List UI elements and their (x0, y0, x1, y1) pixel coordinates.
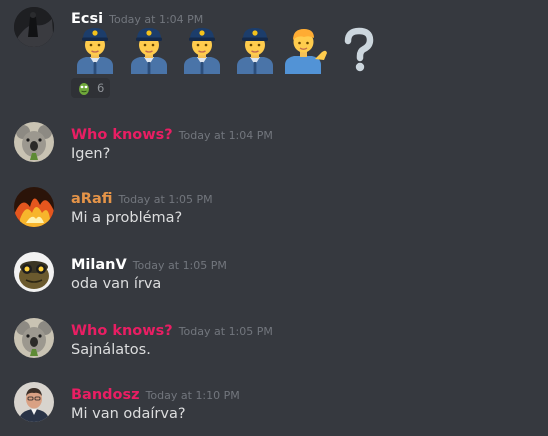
message-text: Igen? (71, 146, 111, 162)
message-text: oda van írva (71, 276, 162, 292)
avatar[interactable] (14, 122, 54, 162)
message-header: Who knows? Today at 1:05 PM (71, 320, 273, 339)
avatar[interactable] (14, 187, 54, 227)
pickle-rick-emoji-icon (79, 83, 89, 95)
message-group: Who knows? Today at 1:04 PM Igen? (0, 118, 548, 174)
message-group: MilanV Today at 1:05 PM oda van írva (0, 250, 548, 306)
message-text: Mi a probléma? (71, 210, 183, 226)
message-header: Bandosz Today at 1:10 PM (71, 384, 240, 403)
avatar[interactable] (14, 7, 54, 47)
timestamp: Today at 1:04 PM (109, 13, 204, 26)
timestamp: Today at 1:04 PM (178, 129, 273, 142)
reaction-count: 6 (97, 81, 105, 95)
message-group: Bandosz Today at 1:10 PM Mi van odaírva? (0, 380, 548, 436)
timestamp: Today at 1:05 PM (132, 259, 227, 272)
question-mark-emoji (336, 26, 382, 74)
police-officer-emoji (72, 26, 118, 74)
message-header: MilanV Today at 1:05 PM (71, 254, 227, 273)
person-tipping-hand-emoji (282, 26, 328, 74)
avatar[interactable] (14, 318, 54, 358)
username[interactable]: Who knows? (71, 323, 173, 339)
message-header: Ecsi Today at 1:04 PM (71, 8, 203, 27)
chat-messages: Ecsi Today at 1:04 PM 6 Who knows? Today… (0, 0, 548, 436)
username[interactable]: MilanV (71, 257, 127, 273)
username[interactable]: aRafi (71, 191, 112, 207)
police-officer-emoji (232, 26, 278, 74)
police-officer-emoji (179, 26, 225, 74)
message-group: aRafi Today at 1:05 PM Mi a probléma? (0, 184, 548, 240)
police-officer-emoji (126, 26, 172, 74)
username[interactable]: Bandosz (71, 387, 140, 403)
username[interactable]: Ecsi (71, 11, 103, 27)
message-text: Mi van odaírva? (71, 406, 186, 422)
timestamp: Today at 1:10 PM (145, 389, 240, 402)
avatar[interactable] (14, 252, 54, 292)
reaction-button[interactable]: 6 (71, 78, 111, 98)
message-header: Who knows? Today at 1:04 PM (71, 124, 273, 143)
message-text: Sajnálatos. (71, 342, 151, 358)
timestamp: Today at 1:05 PM (118, 193, 213, 206)
message-header: aRafi Today at 1:05 PM (71, 188, 213, 207)
message-group: Ecsi Today at 1:04 PM 6 (0, 0, 548, 100)
timestamp: Today at 1:05 PM (178, 325, 273, 338)
avatar[interactable] (14, 382, 54, 422)
message-group: Who knows? Today at 1:05 PM Sajnálatos. (0, 316, 548, 372)
username[interactable]: Who knows? (71, 127, 173, 143)
